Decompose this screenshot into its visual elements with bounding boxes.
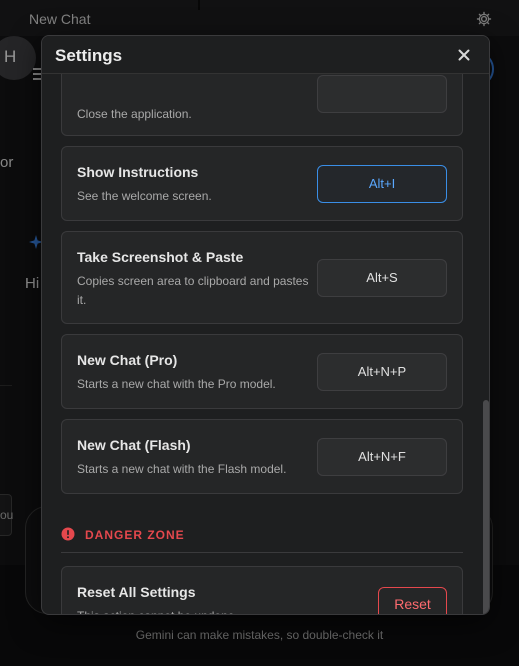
shortcut-key-button[interactable]: Alt+I — [317, 165, 447, 203]
shortcut-key-button[interactable]: Alt+S — [317, 259, 447, 297]
reset-button[interactable]: Reset — [378, 587, 447, 614]
shortcut-desc: Close the application. — [77, 107, 192, 121]
shortcut-card: New Chat (Flash) Starts a new chat with … — [61, 419, 463, 494]
shortcut-title: Show Instructions — [77, 164, 199, 180]
danger-zone-heading: DANGER ZONE — [85, 528, 185, 542]
close-icon[interactable] — [456, 47, 472, 63]
shortcut-key-button[interactable] — [317, 75, 447, 113]
shortcut-title: New Chat (Pro) — [77, 352, 178, 368]
dialog-title: Settings — [55, 46, 123, 65]
shortcut-card: Take Screenshot & Paste Copies screen ar… — [61, 231, 463, 324]
reset-desc: This action cannot be undone. — [77, 607, 317, 614]
danger-zone-divider — [61, 552, 463, 553]
shortcut-title: New Chat (Flash) — [77, 437, 191, 453]
shortcut-desc: Copies screen area to clipboard and past… — [77, 274, 309, 307]
alert-circle-icon — [61, 527, 75, 541]
shortcut-card: Show Instructions See the welcome screen… — [61, 146, 463, 221]
shortcut-desc: Starts a new chat with the Pro model. — [77, 377, 276, 391]
settings-scroll-area[interactable]: Close the application. Show Instructions… — [42, 74, 489, 614]
reset-title: Reset All Settings — [77, 584, 196, 600]
shortcut-key-button[interactable]: Alt+N+F — [317, 438, 447, 476]
shortcut-card: New Chat (Pro) Starts a new chat with th… — [61, 334, 463, 409]
shortcut-key-button[interactable]: Alt+N+P — [317, 353, 447, 391]
reset-settings-card: Reset All Settings This action cannot be… — [61, 566, 463, 614]
shortcut-desc: Starts a new chat with the Flash model. — [77, 462, 287, 476]
dialog-header: Settings — [42, 36, 489, 74]
settings-dialog: Settings Close the application. Show Ins… — [41, 35, 490, 615]
shortcut-card-close: Close the application. — [61, 74, 463, 136]
scrollbar-thumb[interactable] — [483, 400, 489, 614]
shortcut-title: Take Screenshot & Paste — [77, 249, 244, 265]
shortcut-desc: See the welcome screen. — [77, 189, 212, 203]
